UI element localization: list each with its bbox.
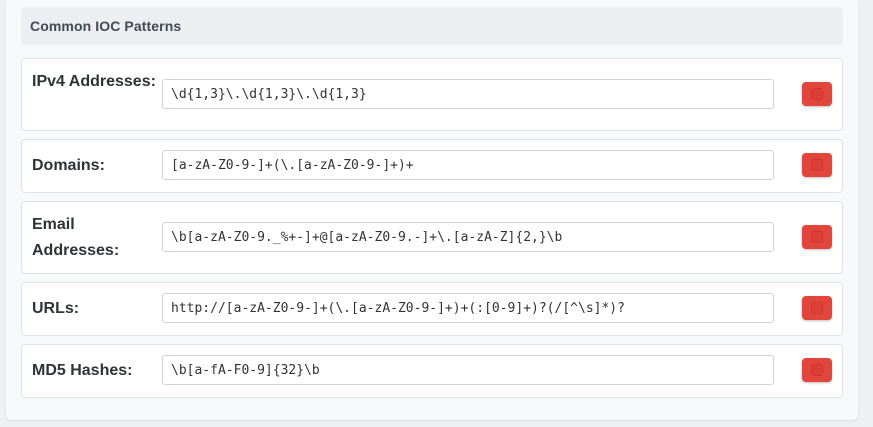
- pattern-row-urls: URLs:: [21, 282, 843, 336]
- pattern-row-md5: MD5 Hashes:: [21, 344, 843, 398]
- pattern-label-ipv4: IPv4 Addresses:: [32, 73, 156, 90]
- pattern-row-email: Email Addresses:: [21, 201, 843, 274]
- section-header: Common IOC Patterns: [21, 7, 843, 45]
- delete-icon: [811, 159, 823, 171]
- pattern-label-domains: Domains:: [32, 157, 105, 174]
- pattern-input-domains[interactable]: [162, 150, 774, 180]
- remove-button-urls[interactable]: [802, 296, 832, 320]
- delete-icon: [811, 231, 823, 243]
- section-title: Common IOC Patterns: [30, 18, 182, 34]
- delete-icon: [811, 364, 823, 376]
- remove-button-md5[interactable]: [802, 358, 832, 382]
- ioc-patterns-panel: Common IOC Patterns IPv4 Addresses: Doma…: [6, 0, 858, 420]
- remove-button-email[interactable]: [802, 225, 832, 249]
- pattern-row-domains: Domains:: [21, 139, 843, 193]
- remove-button-domains[interactable]: [802, 153, 832, 177]
- pattern-input-ipv4[interactable]: [162, 79, 774, 109]
- pattern-label-urls: URLs:: [32, 300, 80, 317]
- delete-icon: [811, 88, 823, 100]
- delete-icon: [811, 302, 823, 314]
- pattern-input-urls[interactable]: [162, 293, 774, 323]
- remove-button-ipv4[interactable]: [802, 82, 832, 106]
- pattern-label-md5: MD5 Hashes:: [32, 362, 133, 379]
- pattern-label-email: Email Addresses:: [32, 216, 120, 259]
- pattern-input-md5[interactable]: [162, 355, 774, 385]
- pattern-row-ipv4: IPv4 Addresses:: [21, 58, 843, 131]
- pattern-input-email[interactable]: [162, 222, 774, 252]
